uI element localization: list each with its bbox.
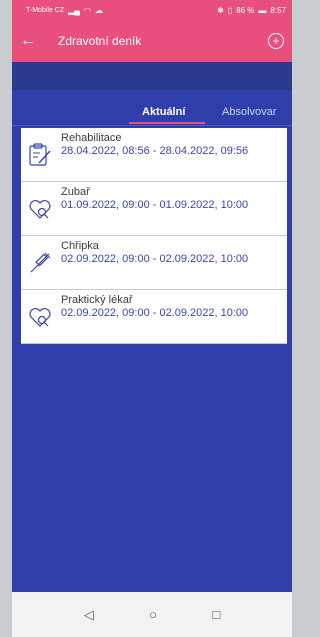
tab-indicator bbox=[129, 122, 205, 124]
carrier-label: T-Mobile CZ bbox=[26, 6, 65, 14]
tab-bar: Aktuální Absolvovar bbox=[12, 102, 292, 126]
entry-date: 02.09.2022, 09:00 - 02.09.2022, 10:00 bbox=[61, 253, 249, 265]
clipboard-pen-icon bbox=[29, 143, 51, 166]
tab-completed[interactable]: Absolvovar bbox=[222, 106, 276, 118]
clock: 8:57 bbox=[270, 5, 286, 15]
entry-name: Zubař bbox=[61, 186, 90, 198]
main-content: Aktuální Absolvovar Rehabilitace 28.04.2… bbox=[12, 62, 292, 592]
system-nav-bar: ◁ ○ □ bbox=[12, 592, 292, 637]
cloud-icon: ☁ bbox=[94, 5, 103, 15]
entry-date: 02.09.2022, 09:00 - 02.09.2022, 10:00 bbox=[61, 307, 249, 319]
header-band bbox=[12, 62, 292, 90]
entry-date: 28.04.2022, 08:56 - 28.04.2022, 09:56 bbox=[61, 145, 249, 157]
entry-date: 01.09.2022, 09:00 - 01.09.2022, 10:00 bbox=[61, 199, 249, 211]
list-item[interactable]: Rehabilitace 28.04.2022, 08:56 - 28.04.2… bbox=[21, 128, 287, 182]
status-bar: T-Mobile CZ ▂▄ ◠ ☁ ✱ ▯ 86 % ▬ 8:57 bbox=[12, 0, 292, 20]
back-arrow-icon[interactable]: ← bbox=[20, 32, 44, 50]
page-title: Zdravotní deník bbox=[58, 34, 142, 48]
entry-name: Praktický lékař bbox=[61, 294, 133, 306]
list-item[interactable]: Praktický lékař 02.09.2022, 09:00 - 02.0… bbox=[21, 290, 287, 344]
entry-name: Chřipka bbox=[61, 240, 99, 252]
phone-screen: T-Mobile CZ ▂▄ ◠ ☁ ✱ ▯ 86 % ▬ 8:57 ← Zdr… bbox=[12, 0, 292, 637]
entry-name: Rehabilitace bbox=[61, 132, 122, 144]
battery-level: 86 % bbox=[236, 5, 255, 15]
list-item[interactable]: Chřipka 02.09.2022, 09:00 - 02.09.2022, … bbox=[21, 236, 287, 290]
signal-icon: ▂▄ bbox=[68, 5, 80, 15]
list-item[interactable]: Zubař 01.09.2022, 09:00 - 01.09.2022, 10… bbox=[21, 182, 287, 236]
heart-search-icon bbox=[29, 200, 51, 219]
plus-icon: + bbox=[272, 34, 280, 48]
home-circle-icon[interactable]: ○ bbox=[149, 607, 157, 622]
syringe-icon bbox=[30, 252, 51, 273]
vibrate-icon: ▯ bbox=[227, 5, 233, 15]
recents-square-icon[interactable]: □ bbox=[212, 607, 220, 622]
wifi-icon: ◠ bbox=[83, 5, 91, 15]
bluetooth-icon: ✱ bbox=[217, 5, 224, 15]
tab-divider bbox=[12, 125, 292, 126]
app-bar: ← Zdravotní deník + bbox=[12, 20, 292, 62]
heart-search-icon bbox=[29, 308, 51, 327]
battery-icon: ▬ bbox=[258, 5, 267, 15]
add-entry-button[interactable]: + bbox=[268, 33, 284, 49]
tab-current[interactable]: Aktuální bbox=[142, 106, 185, 118]
back-triangle-icon[interactable]: ◁ bbox=[84, 607, 94, 623]
